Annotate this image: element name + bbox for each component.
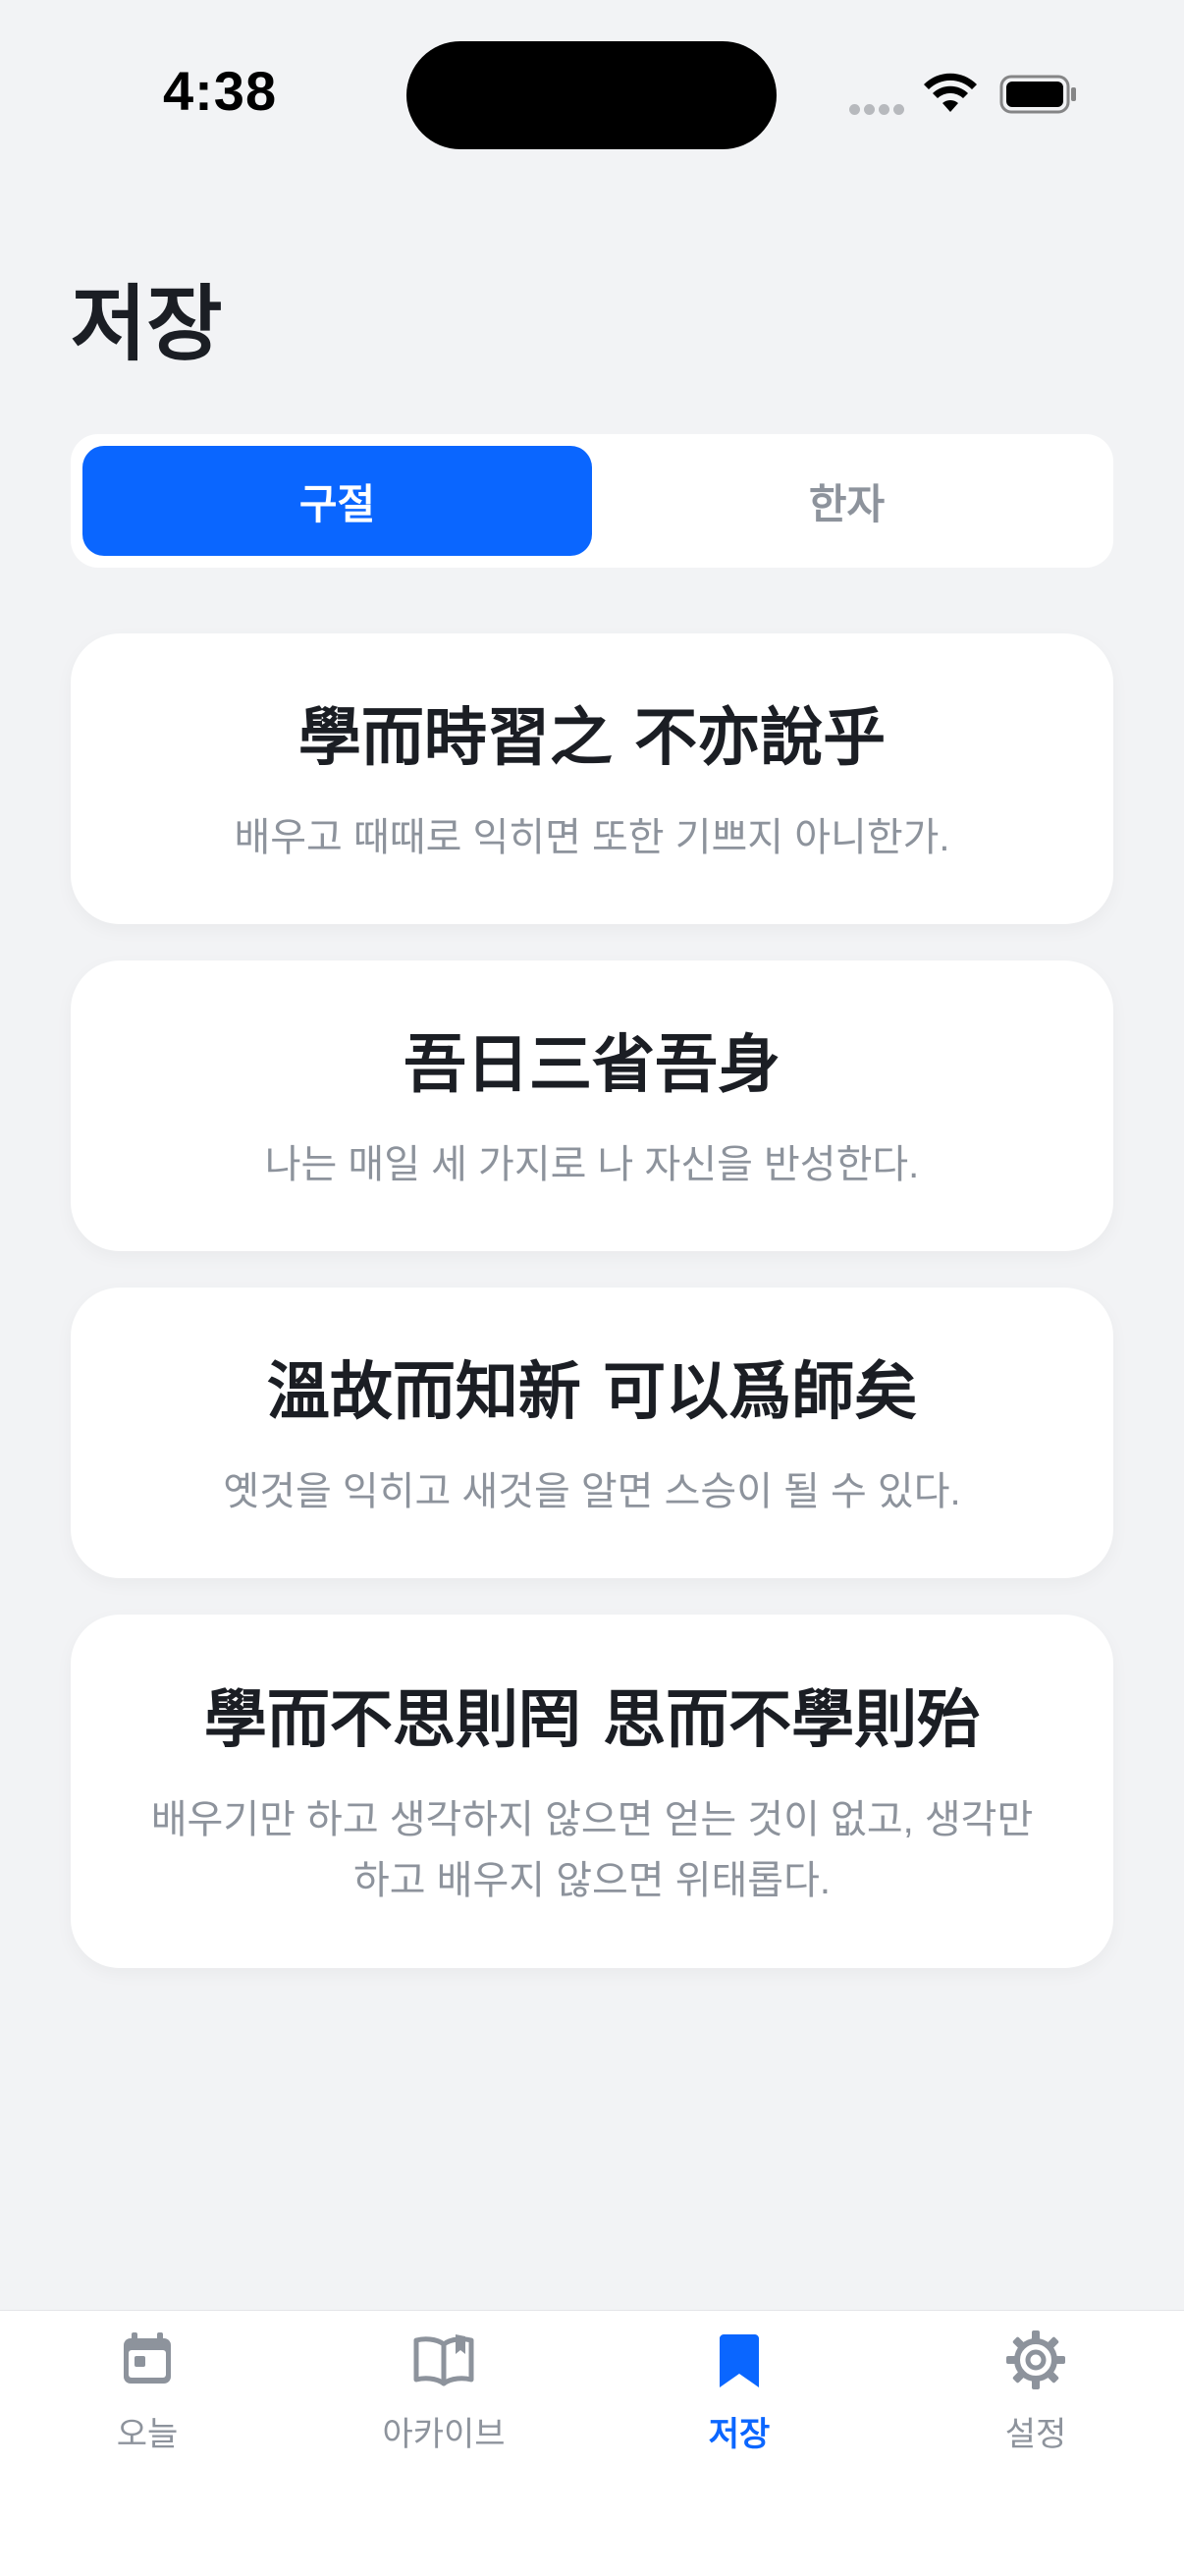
status-bar: 4:38 [0, 0, 1184, 196]
saved-phrase-card[interactable]: 溫故而知新 可以爲師矣 옛것을 익히고 새것을 알면 스승이 될 수 있다. [71, 1288, 1113, 1578]
tab-saved[interactable]: 저장 [592, 2329, 887, 2466]
phrase-hanja: 溫故而知新 可以爲師矣 [266, 1355, 918, 1429]
phrase-meaning: 나는 매일 세 가지로 나 자신을 반성한다. [264, 1143, 920, 1186]
book-icon [413, 2334, 474, 2386]
bookmark-icon [720, 2334, 759, 2387]
phrase-hanja: 學而不思則罔 思而不學則殆 [203, 1683, 981, 1757]
tab-settings[interactable]: 설정 [888, 2329, 1183, 2466]
phrase-hanja: 學而時習之 不亦說乎 [297, 701, 887, 775]
phrase-hanja: 吾日三省吾身 [404, 1028, 780, 1102]
dynamic-island [406, 41, 777, 149]
wifi-icon [924, 73, 977, 112]
phrase-meaning: 배우고 때때로 익히면 또한 기쁘지 아니한가. [234, 816, 950, 859]
saved-phrase-card[interactable]: 吾日三省吾身 나는 매일 세 가지로 나 자신을 반성한다. [71, 960, 1113, 1251]
tab-archive-label: 아카이브 [382, 2416, 506, 2453]
tab-today-label: 오늘 [116, 2416, 179, 2453]
segment-hanja[interactable]: 한자 [592, 446, 1102, 556]
tab-bar: 오늘 아카이브 저장 설정 [0, 2310, 1184, 2576]
page-title: 저장 [71, 278, 223, 370]
segmented-control: 구절 한자 [71, 434, 1113, 568]
tab-saved-label: 저장 [708, 2416, 771, 2453]
phrase-meaning: 배우기만 하고 생각하지 않으면 얻는 것이 없고, 생각만 하고 배우지 않으… [150, 1798, 1034, 1902]
calendar-icon [124, 2332, 171, 2384]
saved-phrase-card[interactable]: 學而不思則罔 思而不學則殆 배우기만 하고 생각하지 않으면 얻는 것이 없고,… [71, 1615, 1113, 1968]
tab-archive[interactable]: 아카이브 [296, 2329, 591, 2466]
battery-icon [999, 75, 1076, 114]
tab-today[interactable]: 오늘 [0, 2329, 295, 2466]
tab-settings-label: 설정 [1004, 2416, 1067, 2453]
cellular-signal-icon [849, 102, 908, 116]
segment-phrases[interactable]: 구절 [82, 446, 592, 556]
saved-phrase-card[interactable]: 學而時習之 不亦說乎 배우고 때때로 익히면 또한 기쁘지 아니한가. [71, 633, 1113, 924]
gear-icon [1006, 2330, 1065, 2389]
phrase-meaning: 옛것을 익히고 새것을 알면 스승이 될 수 있다. [223, 1470, 961, 1513]
status-time: 4:38 [163, 60, 278, 122]
